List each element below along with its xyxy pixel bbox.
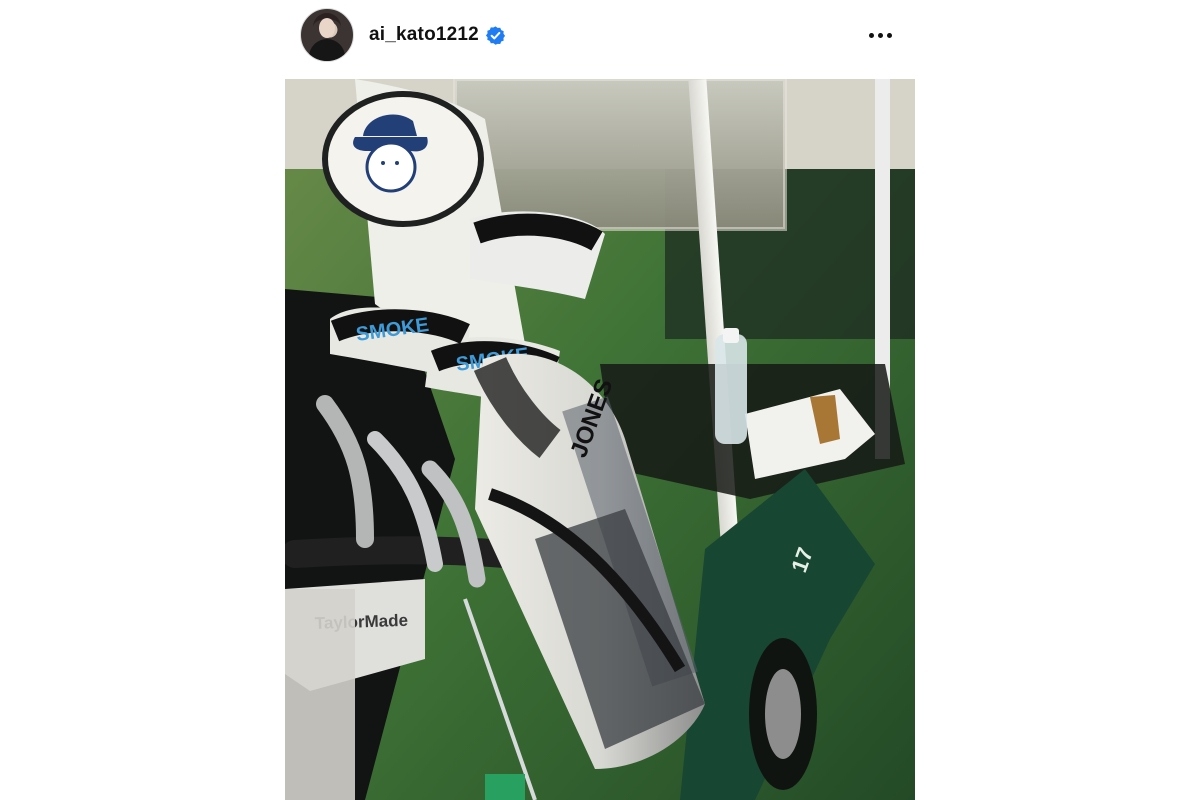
more-horizontal-icon [877,32,883,38]
post-photo[interactable]: 17 TaylorMade SMOKE SMOKE [285,79,915,800]
eye-right [395,161,399,165]
more-horizontal-icon [886,32,892,38]
towel [285,589,355,800]
avatar-body [309,39,345,61]
green-accessory [485,774,525,800]
more-horizontal-icon [868,32,874,38]
instagram-post: ai_kato1212 17 TaylorMade SMOKE JONES [0,0,1200,800]
bottle-cap [723,328,739,343]
golf-ball-face [365,141,417,193]
profile-avatar[interactable] [300,8,354,62]
golf-bag-photo: 17 TaylorMade SMOKE SMOKE [285,79,915,800]
wheel-hub [765,669,801,759]
post-header: ai_kato1212 [300,8,900,62]
cart-net [455,79,785,229]
eye-left [381,161,385,165]
avatar-face [319,18,335,38]
verified-badge-icon [485,25,505,45]
more-options-button[interactable] [866,23,894,47]
username-link[interactable]: ai_kato1212 [369,24,479,46]
water-bottle [715,334,747,444]
